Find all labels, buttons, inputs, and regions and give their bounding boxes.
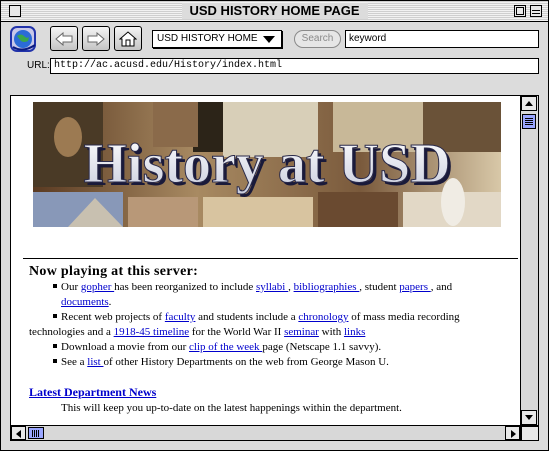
bullet — [53, 344, 57, 349]
text: page (Netscape 1.1 savvy). — [262, 341, 382, 353]
bullet — [53, 314, 57, 319]
horizontal-scrollbar[interactable] — [10, 426, 521, 441]
page-content: History at USD History at USD Now playin… — [10, 95, 521, 426]
vertical-scroll-thumb[interactable] — [522, 114, 536, 129]
back-arrow-icon — [55, 31, 73, 46]
list-item-continued: documents. — [29, 295, 519, 310]
faculty-link[interactable]: faculty — [165, 311, 196, 323]
window-title: USD HISTORY HOME PAGE — [181, 3, 368, 19]
site-select[interactable]: USD HISTORY HOME — [152, 30, 282, 48]
site-select-value: USD HISTORY HOME — [157, 33, 258, 44]
title-bar[interactable]: USD HISTORY HOME PAGE — [1, 1, 548, 22]
gopher-link[interactable]: gopher — [81, 281, 114, 293]
timeline-link[interactable]: 1918-45 timeline — [114, 326, 189, 338]
close-box[interactable] — [9, 5, 21, 17]
resize-grow-box[interactable] — [521, 426, 539, 441]
text: for the World War II — [189, 326, 285, 338]
bibliographies-link[interactable]: bibliographies — [294, 281, 360, 293]
keyword-input[interactable]: keyword — [345, 30, 539, 48]
list-item: Recent web projects of faculty and stude… — [29, 310, 519, 325]
history-banner: History at USD History at USD — [33, 102, 501, 227]
divider — [23, 258, 518, 259]
section-heading: Now playing at this server: — [29, 264, 199, 279]
down-arrow-icon — [525, 415, 533, 420]
home-button[interactable] — [114, 26, 142, 51]
zoom-box[interactable] — [514, 5, 526, 17]
scroll-left-button[interactable] — [11, 426, 26, 440]
vertical-scrollbar[interactable] — [521, 95, 539, 426]
text: , student — [359, 281, 400, 293]
up-arrow-icon — [525, 101, 533, 106]
text: , and — [430, 281, 453, 293]
url-label: URL: — [27, 60, 50, 71]
search-button[interactable]: Search — [294, 30, 341, 48]
scroll-right-button[interactable] — [505, 426, 520, 440]
text: Our — [61, 281, 81, 293]
bullet — [53, 359, 57, 364]
papers-link[interactable]: papers — [399, 281, 430, 293]
list-item: See a list of other History Departments … — [29, 355, 519, 370]
browser-window: USD HISTORY HOME PAGE USD HISTORY HOME S… — [0, 0, 549, 451]
clip-of-week-link[interactable]: clip of the week — [189, 341, 262, 353]
left-arrow-icon — [16, 430, 21, 438]
text: with — [318, 326, 344, 338]
forward-arrow-icon — [87, 31, 105, 46]
bullet — [53, 284, 57, 289]
syllabi-link[interactable]: syllabi — [256, 281, 288, 293]
home-icon — [119, 30, 137, 46]
right-arrow-icon — [511, 430, 516, 438]
text: Recent web projects of — [61, 311, 165, 323]
latest-news-link[interactable]: Latest Department News — [29, 385, 156, 400]
links-link[interactable]: links — [344, 326, 365, 338]
horizontal-scroll-thumb[interactable] — [28, 427, 44, 439]
forward-button[interactable] — [82, 26, 110, 51]
news-description: This will keep you up-to-date on the lat… — [61, 402, 402, 414]
dropdown-arrow-icon — [263, 36, 275, 43]
list-item: Download a movie from our clip of the we… — [29, 340, 519, 355]
text: of other History Departments on the web … — [103, 356, 389, 368]
chronology-link[interactable]: chronology — [298, 311, 348, 323]
text: of mass media recording — [348, 311, 460, 323]
text: has been reorganized to include — [114, 281, 256, 293]
news-list: Our gopher has been reorganized to inclu… — [29, 280, 519, 370]
list-item: Our gopher has been reorganized to inclu… — [29, 280, 519, 295]
text: . — [108, 296, 112, 308]
toolbar: USD HISTORY HOME Search keyword — [1, 22, 548, 56]
back-button[interactable] — [50, 26, 78, 51]
text: Download a movie from our — [61, 341, 189, 353]
scroll-down-button[interactable] — [521, 410, 537, 425]
banner-title: History at USD — [83, 133, 450, 195]
collapse-box[interactable] — [530, 5, 542, 17]
list-item-continued: technologies and a 1918-45 timeline for … — [29, 325, 519, 340]
text: technologies and a — [29, 326, 114, 338]
documents-link[interactable]: documents — [61, 296, 109, 308]
url-field[interactable]: http://ac.acusd.edu/History/index.html — [50, 58, 539, 74]
scroll-up-button[interactable] — [521, 96, 537, 111]
text: and students include a — [195, 311, 299, 323]
globe-logo-icon[interactable] — [9, 25, 39, 53]
seminar-link[interactable]: seminar — [284, 326, 319, 338]
text: See a — [61, 356, 88, 368]
list-link[interactable]: list — [87, 356, 103, 368]
